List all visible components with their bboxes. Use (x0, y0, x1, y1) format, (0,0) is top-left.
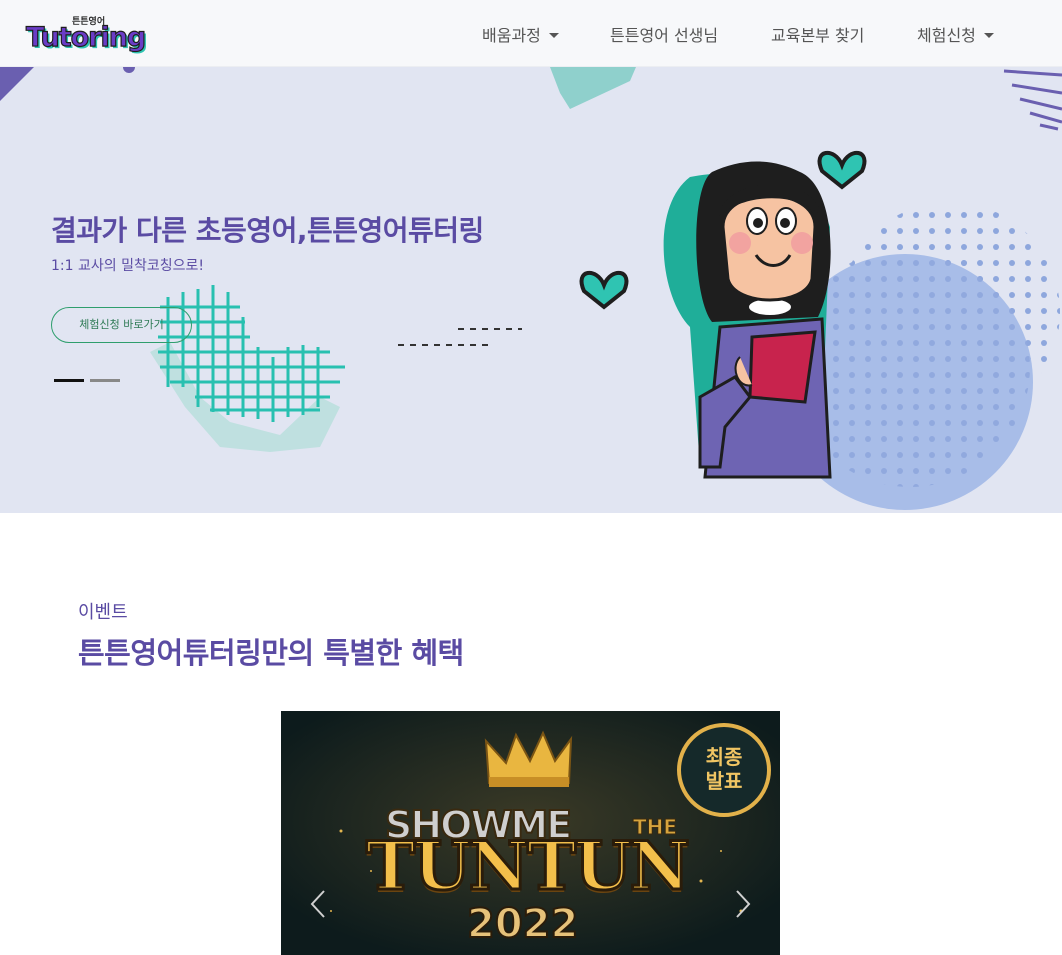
tutoring-logo[interactable]: 튼튼영어 Tutoring (25, 14, 156, 58)
caret-down-icon (548, 33, 559, 38)
hero-decoration (0, 67, 1062, 510)
section-title: 튼튼영어튜터링만의 특별한 혜택 (78, 636, 464, 670)
top-navbar: 튼튼영어 Tutoring 배움과정 튼튼영어 선생님 교육본부 찾기 체험신청 (0, 0, 1062, 67)
nav-item-courses[interactable]: 배움과정 (482, 22, 559, 46)
nav-item-label: 체험신청 (917, 26, 976, 45)
nav-item-trial[interactable]: 체험신청 (917, 22, 994, 46)
carousel-indicator-2[interactable] (90, 379, 120, 382)
badge-line-2: 발표 (705, 769, 743, 793)
chevron-left-icon[interactable] (310, 889, 326, 919)
trial-signup-button[interactable]: 체험신청 바로가기 (51, 307, 192, 343)
nav-item-label: 튼튼영어 선생님 (610, 26, 719, 45)
nav-item-teachers[interactable]: 튼튼영어 선생님 (610, 22, 718, 46)
carousel-indicator-1[interactable] (54, 379, 84, 382)
nav-item-label: 배움과정 (482, 26, 541, 45)
nav-item-label: 교육본부 찾기 (771, 26, 865, 45)
logo-wordmark: Tutoring (25, 21, 146, 53)
nav-item-find-center[interactable]: 교육본부 찾기 (771, 22, 864, 46)
chevron-right-icon[interactable] (735, 889, 751, 919)
hero-carousel: 결과가 다른 초등영어,튼튼영어튜터링 1:1 교사의 밀착코칭으로! 체험신청… (0, 67, 1062, 513)
section-eyebrow: 이벤트 (78, 602, 128, 623)
hero-subtitle: 1:1 교사의 밀착코칭으로! (51, 258, 204, 274)
banner-main-text: TUNTUN (365, 826, 692, 907)
final-announcement-badge: 최종 발표 (677, 723, 771, 817)
badge-line-1: 최종 (705, 745, 743, 769)
banner-year: 2022 (466, 900, 579, 948)
event-banner-carousel[interactable]: 최종 발표 SHOWME THE TUNTUN 2022 (281, 711, 780, 955)
hero-title: 결과가 다른 초등영어,튼튼영어튜터링 (51, 214, 484, 247)
caret-down-icon (983, 33, 994, 38)
